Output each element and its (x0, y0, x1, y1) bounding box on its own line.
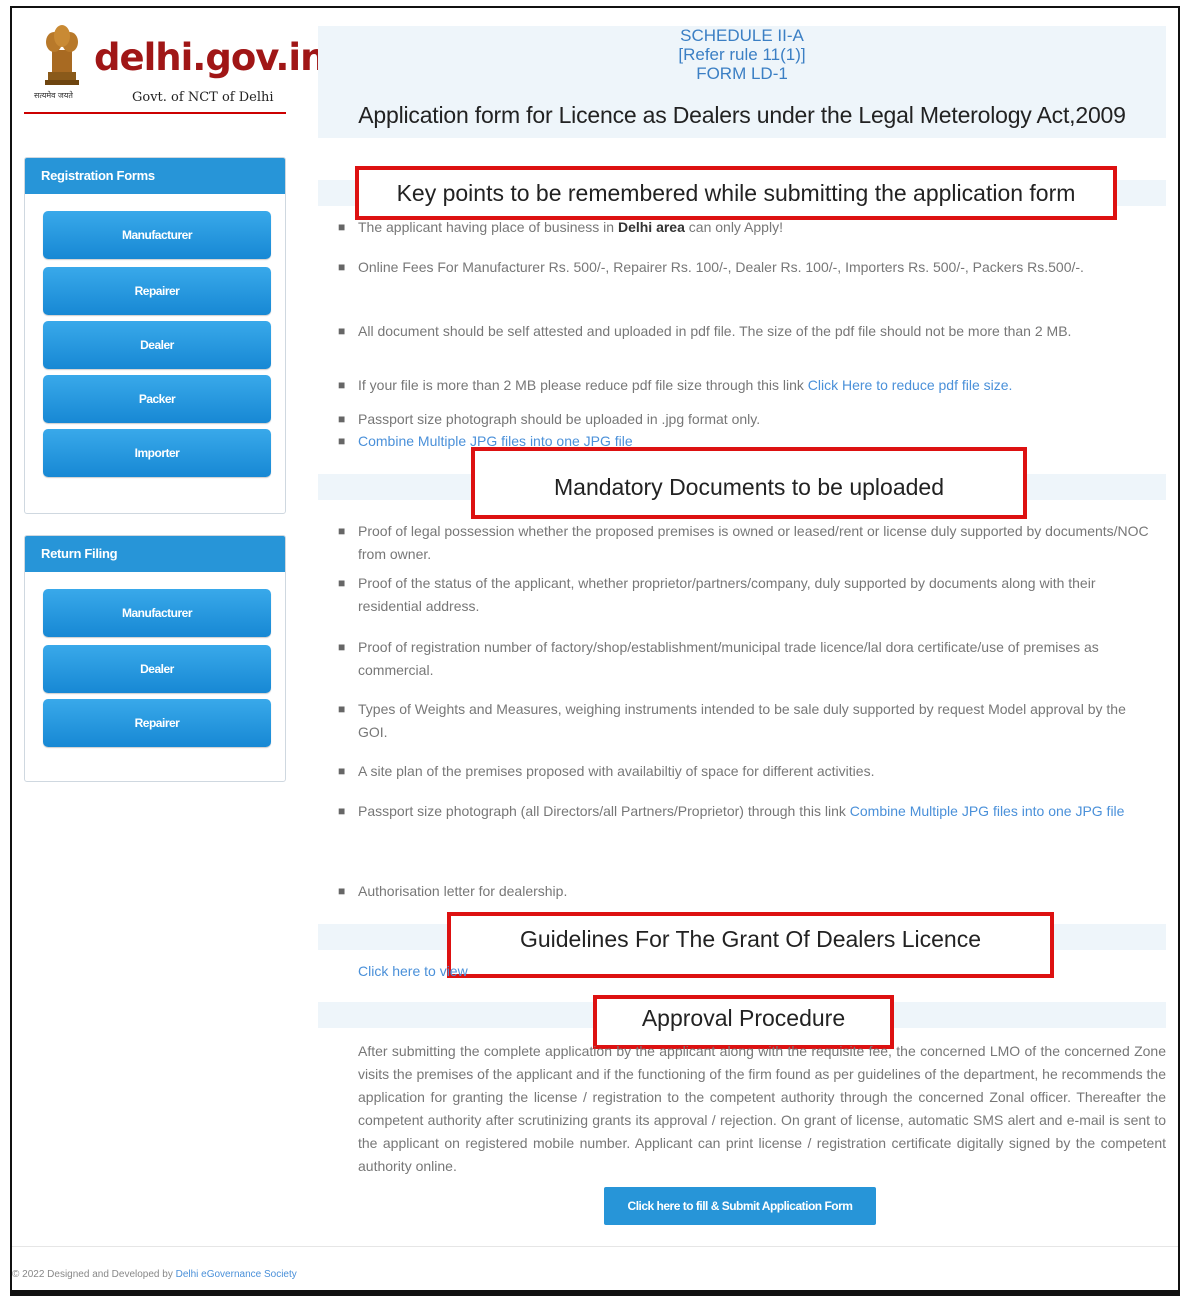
reg-manufacturer-button[interactable]: Manufacturer (43, 211, 271, 259)
guidelines-view-link[interactable]: Click here to view (358, 960, 658, 983)
logo-text: delhi.gov.in (94, 36, 326, 79)
footer: © 2022 Designed and Developed by Delhi e… (12, 1269, 297, 1280)
approval-procedure-text: After submitting the complete applicatio… (358, 1043, 1166, 1174)
registration-forms-heading: Registration Forms (25, 158, 285, 194)
logo-underline (24, 112, 286, 114)
site-logo[interactable]: delhi.gov.in सत्यमेव जयते Govt. of NCT o… (24, 18, 326, 133)
reg-repairer-button[interactable]: Repairer (43, 267, 271, 315)
combine-jpg-link-2[interactable]: Combine Multiple JPG files into one JPG … (850, 803, 1125, 819)
form-label: FORM LD-1 (696, 64, 788, 83)
rule-label: [Refer rule 11(1)] (678, 45, 806, 64)
mandatory-heading: Mandatory Documents to be uploaded (471, 447, 1027, 519)
submit-application-button[interactable]: Click here to fill & Submit Application … (604, 1187, 876, 1225)
logo-subtitle: Govt. of NCT of Delhi (132, 90, 274, 105)
registration-forms-panel: Registration Forms Manufacturer Repairer… (24, 157, 286, 514)
page-title: Application form for Licence as Dealers … (358, 102, 1126, 128)
return-filing-heading: Return Filing (25, 536, 285, 572)
reduce-pdf-link[interactable]: Click Here to reduce pdf file size. (808, 377, 1013, 393)
footer-link[interactable]: Delhi eGovernance Society (176, 1269, 297, 1280)
schedule-label: SCHEDULE II-A (680, 26, 804, 45)
delhi-area-text: Delhi area (617, 219, 685, 235)
key-points-heading: Key points to be remembered while submit… (355, 166, 1117, 220)
footer-divider (12, 1246, 1178, 1247)
form-header: SCHEDULE II-A [Refer rule 11(1)] FORM LD… (318, 26, 1166, 138)
reg-dealer-button[interactable]: Dealer (43, 321, 271, 369)
ret-dealer-button[interactable]: Dealer (43, 645, 271, 693)
reg-importer-button[interactable]: Importer (43, 429, 271, 477)
ret-manufacturer-button[interactable]: Manufacturer (43, 589, 271, 637)
return-filing-panel: Return Filing Manufacturer Dealer Repair… (24, 535, 286, 782)
ret-repairer-button[interactable]: Repairer (43, 699, 271, 747)
logo-motto: सत्यमेव जयते (34, 91, 73, 100)
state-emblem-icon (45, 25, 79, 85)
reg-packer-button[interactable]: Packer (43, 375, 271, 423)
